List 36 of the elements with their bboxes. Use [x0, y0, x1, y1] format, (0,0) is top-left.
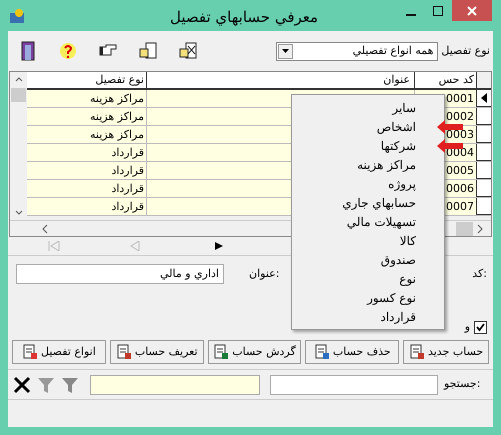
table-cell: مراكز هزينه	[27, 90, 147, 107]
title-field[interactable]: اداري و مالي	[16, 264, 224, 284]
action-button[interactable]: تعريف حساب	[110, 340, 204, 364]
table-cell: قرارداد	[27, 198, 147, 215]
action-button[interactable]: انواع تفصيل	[12, 340, 106, 364]
menu-item[interactable]: شركتها	[380, 136, 416, 154]
table-cell: قرارداد	[27, 180, 147, 197]
type-filter-dropdown[interactable]: همه انواع تفصيلي	[276, 42, 438, 60]
code-label: کد:	[472, 266, 487, 282]
filter-label: نوع تفصيل	[440, 42, 491, 59]
menu-item[interactable]: صندوق	[380, 250, 416, 268]
checkbox-label: و	[464, 318, 470, 335]
action-button[interactable]: حذف حساب	[305, 340, 400, 364]
table-cell: قرارداد	[27, 162, 147, 179]
action-button[interactable]: حساب جديد	[403, 340, 489, 364]
menu-item[interactable]: اشخاص	[376, 118, 416, 136]
menu-item[interactable]: نوع كسور	[367, 288, 416, 306]
filter-value: همه انواع تفصيلي	[352, 42, 434, 59]
search-label: جستجو:	[444, 376, 480, 392]
menu-item[interactable]: تسهيلات مالي	[346, 212, 416, 230]
column-header[interactable]: عنوان	[147, 72, 415, 88]
menu-item[interactable]: قرارداد	[380, 308, 416, 326]
menu-item[interactable]: كالا	[400, 232, 416, 250]
menu-item[interactable]: مراكز هزينه	[357, 156, 416, 174]
table-cell: مراكز هزينه	[27, 108, 147, 125]
column-header[interactable]: نوع تفصيل	[27, 72, 147, 88]
title-label: عنوان:	[249, 266, 280, 282]
menu-item[interactable]: حسابهاي جاري	[342, 194, 416, 212]
window-title: معرفي حسابهاي تفصيل	[170, 7, 318, 28]
menu-item[interactable]: ساير	[392, 98, 416, 116]
column-header[interactable]: کد حس	[415, 72, 477, 88]
menu-item[interactable]: پروژه	[388, 174, 416, 192]
menu-item[interactable]: نوع	[399, 270, 416, 288]
action-button[interactable]: گردش حساب	[208, 340, 302, 364]
table-cell: مراكز هزينه	[27, 126, 147, 143]
table-cell: قرارداد	[27, 144, 147, 161]
